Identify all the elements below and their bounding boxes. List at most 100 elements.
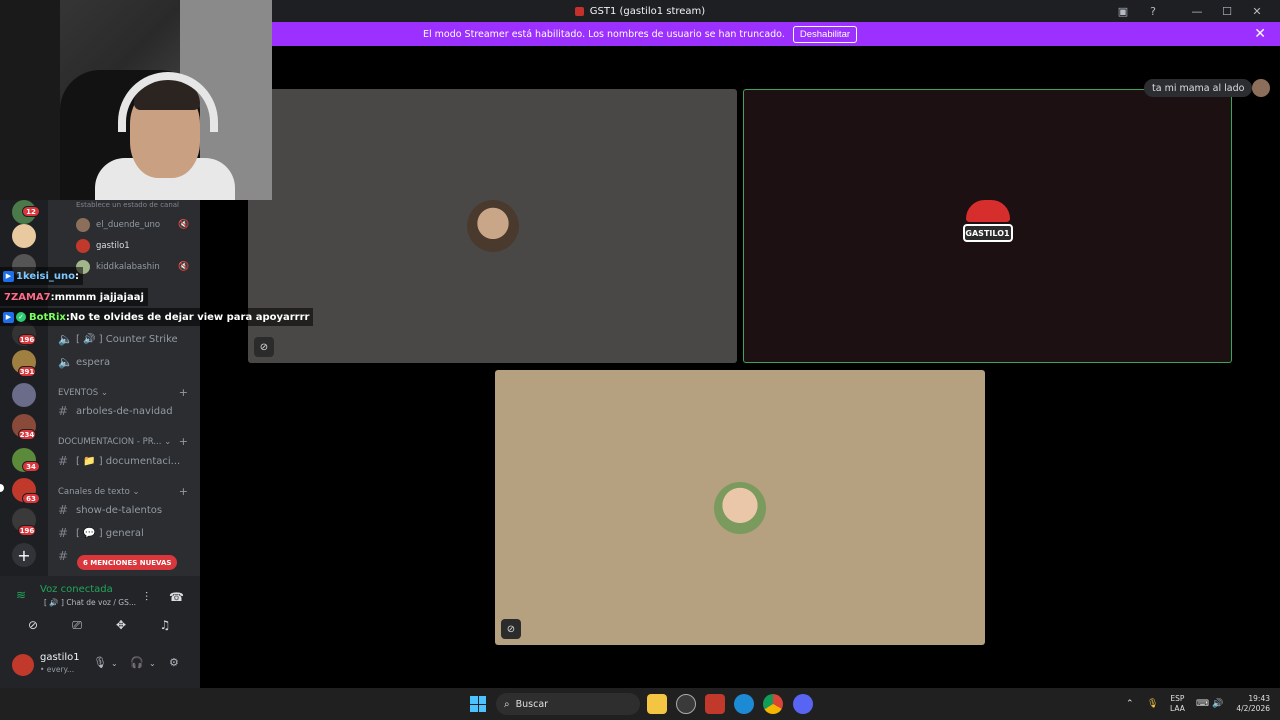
gear-icon[interactable]: ⚙ (169, 656, 179, 669)
edge-icon[interactable] (734, 694, 754, 714)
app-icon[interactable] (705, 694, 725, 714)
maximize-button[interactable]: ☐ (1212, 0, 1242, 22)
avatar (466, 200, 519, 252)
add-channel-icon[interactable]: + (179, 435, 188, 448)
chevron-down-icon[interactable]: ⌄ (149, 659, 156, 668)
category-label: Canales de texto (58, 487, 130, 497)
channel-general[interactable]: # [ 💬 ] general (58, 523, 144, 543)
minimize-button[interactable]: — (1182, 0, 1212, 22)
microphone-icon[interactable]: 🎙 (1147, 688, 1158, 720)
server-logo: GASTILO1 (962, 200, 1013, 252)
clock[interactable]: 19:43 4/2/2026 (1232, 694, 1270, 714)
soundboard-button[interactable]: ♫ (148, 614, 182, 636)
window-controls: ▣ ? — ☐ ✕ (1108, 0, 1272, 22)
discord-icon[interactable] (793, 694, 813, 714)
user-area: gastilo1 • every... 🎙 ⌄ 🎧 ⌄ ⚙ (0, 648, 200, 688)
search-placeholder: Buscar (515, 698, 549, 710)
voice-user[interactable]: el_duende_uno 🔇 (76, 216, 189, 234)
server-icon (574, 6, 584, 16)
channel-arboles[interactable]: # arboles-de-navidad (58, 401, 173, 421)
server-badge: 196 (18, 334, 36, 345)
headphones-icon[interactable]: 🎧 (130, 656, 144, 669)
chevron-down-icon: ⌄ (132, 487, 140, 497)
add-channel-icon[interactable]: + (179, 485, 188, 498)
server-badge: 196 (18, 525, 36, 536)
chevron-down-icon: ⌄ (100, 388, 109, 398)
chat-user: 1keisi_uno (16, 270, 76, 282)
avatar[interactable] (12, 654, 34, 676)
windows-start-icon[interactable] (470, 696, 486, 712)
chat-sep: : (75, 270, 80, 282)
category-texto[interactable]: Canales de texto ⌄ (58, 487, 140, 497)
help-icon[interactable]: ? (1138, 0, 1168, 22)
category-documentacion[interactable]: DOCUMENTACION - PR... ⌄ (58, 437, 171, 447)
activities-button[interactable]: ✥ (104, 614, 138, 636)
chat-text: No te olvides de dejar view para apoyarr… (69, 311, 310, 323)
hash-icon: # (58, 549, 69, 563)
channel-status-hint[interactable]: Establece un estado de canal (76, 201, 179, 209)
category-label: EVENTOS (58, 388, 99, 398)
channel-name: [ 📁 ] documentaci... (76, 455, 181, 467)
chevron-up-icon[interactable]: ⌃ (1126, 688, 1134, 720)
muted-icon: ⊘ (501, 619, 521, 639)
verified-icon: ✓ (16, 312, 26, 322)
chevron-down-icon: ⌄ (164, 437, 172, 447)
muted-icon: ⊘ (254, 337, 274, 357)
inbox-icon[interactable]: ▣ (1108, 0, 1138, 22)
logo-text: GASTILO1 (962, 224, 1013, 242)
voice-channel-link[interactable]: [ 🔊 ] Chat de voz / GS... (44, 598, 136, 607)
volume-icon[interactable]: 🔊 (1212, 688, 1223, 720)
disable-streamer-button[interactable]: Deshabilitar (792, 25, 858, 43)
file-explorer-icon[interactable] (647, 694, 667, 714)
banner-close-icon[interactable]: ✕ (1254, 26, 1266, 42)
hash-icon: # (58, 526, 69, 540)
voice-user[interactable]: gastilo1 (76, 237, 130, 255)
chevron-down-icon[interactable]: ⌄ (111, 659, 118, 668)
channel-documentacion[interactable]: # [ 📁 ] documentaci... (58, 451, 180, 471)
new-mentions-pill[interactable]: 6 MENCIONES NUEVAS (77, 555, 178, 570)
channel-partial[interactable]: # (58, 546, 76, 566)
chat-user: 7ZAMA7 (4, 291, 51, 303)
close-window-button[interactable]: ✕ (1242, 0, 1272, 22)
microphone-icon[interactable]: 🎙 (93, 656, 107, 669)
language-indicator[interactable]: ESP LAA (1170, 694, 1185, 714)
category-eventos[interactable]: EVENTOS ⌄ (58, 388, 108, 398)
hash-icon: # (58, 454, 69, 468)
disconnect-icon[interactable]: ☎ (169, 590, 184, 604)
camera-off-button[interactable]: ⊘ (16, 614, 50, 636)
avatar (714, 481, 766, 534)
banner-text: El modo Streamer está habilitado. Los no… (422, 28, 785, 40)
noise-suppression-icon[interactable]: ⫶ (145, 590, 148, 605)
search-icon: ⌕ (504, 698, 510, 710)
window-title: GST1 (gastilo1 stream) (589, 5, 706, 17)
screen-share-button[interactable]: ⎚ (60, 614, 94, 636)
add-server-icon[interactable]: + (12, 543, 36, 567)
video-tile[interactable]: ⊘ (248, 89, 737, 363)
signal-icon[interactable]: ≋ (16, 588, 26, 602)
language-code: ESP (1170, 694, 1185, 703)
message-bubble: ta mi mama al lado (1144, 79, 1253, 97)
channel-show-de-talentos[interactable]: # show-de-talentos (58, 500, 162, 520)
add-channel-icon[interactable]: + (179, 386, 188, 399)
voice-channel-counter-strike[interactable]: 🔈 [ 🔊 ] Counter Strike (58, 329, 178, 349)
muted-icon: 🔇 (178, 262, 190, 272)
date: 4/2/2026 (1236, 704, 1270, 713)
channel-name: show-de-talentos (76, 504, 163, 516)
server-rail: 12 196 391 234 34 63 196 + (0, 200, 48, 576)
voice-channel-espera[interactable]: 🔈 espera (58, 352, 110, 372)
app-icon[interactable] (676, 694, 696, 714)
voice-connected-label[interactable]: Voz conectada (40, 584, 113, 595)
badge-icon: ▶ (3, 270, 14, 282)
network-icon[interactable]: ⌨ (1196, 688, 1209, 720)
channel-name: [ 💬 ] general (76, 527, 144, 539)
video-tile[interactable]: ⊘ (495, 370, 985, 645)
server-icon[interactable] (12, 383, 36, 407)
voice-user[interactable]: kiddkalabashin 🔇 (76, 258, 189, 276)
voice-user-name: gastilo1 (96, 241, 130, 251)
chrome-icon[interactable] (763, 694, 783, 714)
server-icon[interactable] (12, 224, 36, 248)
video-tile-speaking[interactable]: GASTILO1 (743, 89, 1232, 363)
username[interactable]: gastilo1 (40, 652, 80, 663)
search-box[interactable]: ⌕ Buscar (496, 693, 640, 715)
speaker-icon: 🔈 (58, 355, 73, 369)
